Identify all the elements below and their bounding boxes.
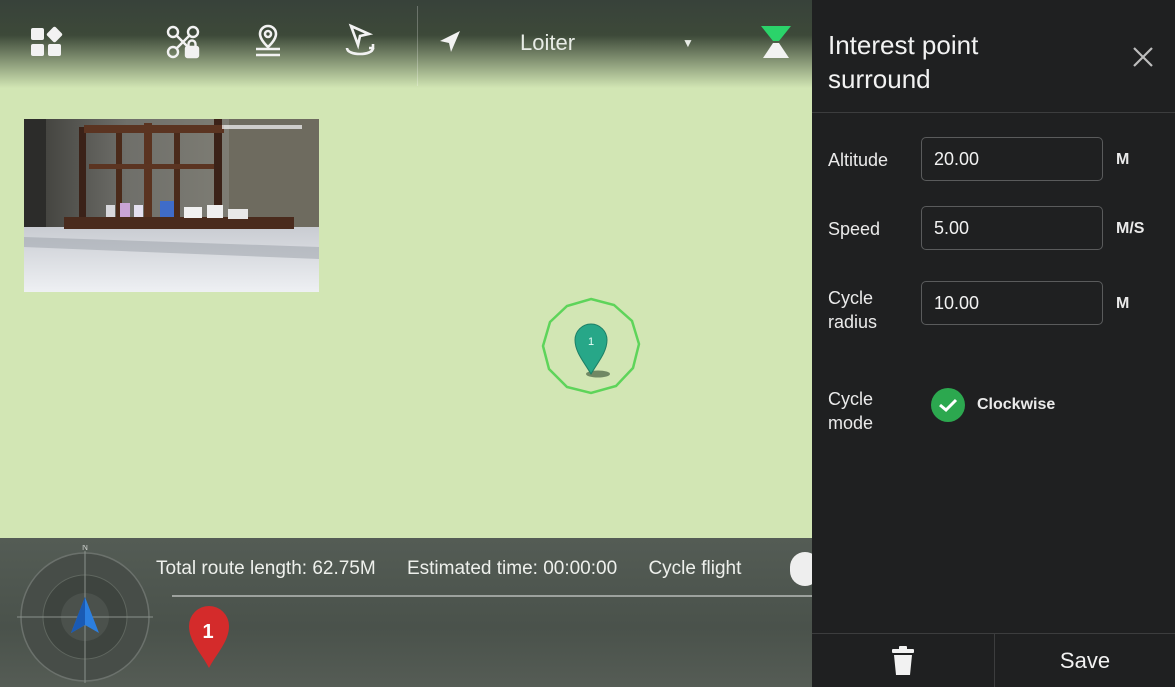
cycle-flight-label: Cycle flight [648,558,742,579]
altitude-input[interactable] [921,137,1103,181]
chevron-down-icon[interactable]: ▼ [682,36,694,50]
drone-lock-icon[interactable] [161,20,205,64]
route-timeline [172,595,812,597]
cycle-mode-label: Cycle mode [828,389,874,433]
cycle-radius-label: Cycle radius [828,288,878,332]
toolbar-divider [417,6,418,86]
total-route-length: Total route length: 62.75M [156,558,376,579]
location-pin-icon[interactable] [246,20,290,64]
close-icon[interactable] [1128,42,1158,72]
clockwise-label: Clockwise [977,396,1056,413]
cycle-radius-input[interactable] [921,281,1103,325]
compass-widget: N [12,543,158,683]
route-stats: Total route length: 62.75M Estimated tim… [156,558,767,580]
camera-feed[interactable] [24,119,319,292]
marker-number: 1 [588,336,594,348]
clockwise-option[interactable]: Clockwise [931,388,1055,422]
checkmark-icon [931,388,965,422]
compass-north-label: N [82,545,88,552]
flight-mode-label[interactable]: Loiter [520,30,575,56]
surround-icon[interactable] [338,20,382,64]
interest-point-marker[interactable]: 1 [540,296,642,396]
speed-input[interactable] [921,206,1103,250]
panel-divider [812,112,1175,113]
signal-icon[interactable] [754,20,798,64]
speed-unit: M/S [1116,220,1145,237]
panel-title: Interest point surround [828,30,979,94]
grid-menu-icon[interactable] [24,20,68,64]
navigation-arrow-icon[interactable] [428,20,472,64]
top-toolbar: Loiter ▼ [0,0,812,88]
cycle-radius-unit: M [1116,295,1130,312]
waypoint-marker[interactable]: 1 [186,604,232,675]
delete-button[interactable] [812,634,994,687]
map-view[interactable]: Loiter ▼ 1 Total route length: 62.75M Es… [0,0,812,687]
speed-label: Speed [828,219,881,239]
altitude-label: Altitude [828,150,889,170]
trash-icon [892,645,914,675]
interest-point-panel: Interest point surround Altitude M Speed… [812,0,1175,687]
altitude-unit: M [1116,151,1130,168]
waypoint-number: 1 [202,621,213,643]
save-button[interactable]: Save [995,634,1175,687]
estimated-time: Estimated time: 00:00:00 [406,558,618,579]
cycle-flight-toggle[interactable] [790,552,812,586]
